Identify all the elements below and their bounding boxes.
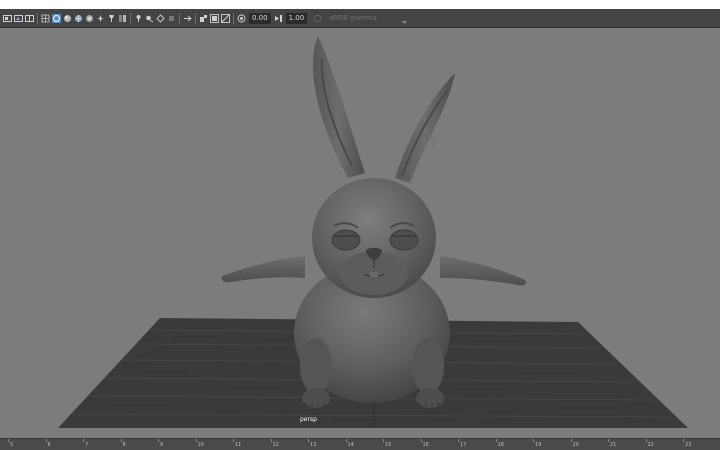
gamma-field[interactable]: 1.00 bbox=[285, 12, 308, 24]
time-tick-mark bbox=[345, 439, 347, 442]
time-tick-mark bbox=[83, 439, 84, 442]
time-tick-label: 6 bbox=[47, 442, 51, 448]
multisample-aa-icon[interactable] bbox=[167, 14, 176, 23]
camera-attributes-icon[interactable] bbox=[3, 14, 12, 23]
time-tick-label: 23 bbox=[685, 442, 692, 448]
gamma-icon[interactable] bbox=[274, 14, 283, 23]
toolbar-separator bbox=[37, 12, 38, 24]
time-tick-label: 16 bbox=[422, 442, 429, 448]
wireframe-icon[interactable] bbox=[52, 13, 61, 23]
time-tick-label: 8 bbox=[122, 442, 126, 448]
chevron-down-icon[interactable] bbox=[401, 13, 408, 24]
time-tick-mark bbox=[120, 439, 122, 442]
exposure-icon[interactable] bbox=[237, 14, 246, 23]
time-tick-mark bbox=[233, 439, 234, 442]
time-tick-label: 17 bbox=[460, 442, 467, 448]
time-tick-mark bbox=[495, 439, 497, 442]
color-management-icon[interactable] bbox=[313, 14, 322, 23]
time-tick-mark bbox=[308, 439, 309, 442]
time-tick-label: 18 bbox=[497, 442, 504, 448]
shadows-icon[interactable] bbox=[96, 14, 105, 23]
viewport-scene[interactable] bbox=[0, 28, 720, 431]
time-tick-label: 10 bbox=[197, 442, 204, 448]
color-space-label: sRGB gamma bbox=[329, 13, 377, 22]
depth-of-field-icon[interactable] bbox=[183, 14, 192, 23]
isolate-select-icon[interactable] bbox=[118, 14, 127, 23]
time-tick-label: 14 bbox=[347, 442, 354, 448]
time-tick-mark bbox=[195, 439, 197, 442]
toolbar-separator bbox=[233, 12, 234, 24]
grid-icon[interactable] bbox=[41, 14, 50, 23]
motion-blur-icon[interactable] bbox=[156, 13, 165, 23]
time-tick-mark bbox=[608, 439, 609, 442]
time-tick-mark bbox=[533, 439, 534, 442]
time-tick-label: 15 bbox=[385, 442, 392, 448]
xray-icon[interactable] bbox=[107, 14, 116, 23]
lighting-icon[interactable] bbox=[85, 14, 94, 23]
time-tick-label: 19 bbox=[535, 442, 542, 448]
toolbar-separator bbox=[195, 12, 196, 24]
maya-app: 0.00 1.00 sRGB gamma persp 5 6 7 8 9 10 … bbox=[0, 0, 720, 450]
time-tick-label: 22 bbox=[647, 442, 654, 448]
time-tick-mark bbox=[270, 439, 272, 442]
ambient-occlusion-icon[interactable] bbox=[145, 14, 154, 23]
xray-joints-icon[interactable] bbox=[134, 14, 143, 23]
toolbar-separator bbox=[179, 12, 180, 24]
time-tick-label: 7 bbox=[85, 442, 89, 448]
time-tick-label: 13 bbox=[310, 442, 317, 448]
time-tick-label: 9 bbox=[160, 442, 164, 448]
time-tick-mark bbox=[420, 439, 422, 442]
time-tick-label: 20 bbox=[572, 442, 579, 448]
time-tick-mark bbox=[158, 439, 159, 442]
resolution-gate-icon[interactable] bbox=[210, 13, 219, 23]
time-tick-label: 11 bbox=[235, 442, 242, 448]
camera-name-label: persp bbox=[300, 416, 317, 423]
time-slider[interactable]: 5 6 7 8 9 10 11 12 13 14 15 16 17 18 19 20 21 22 23 bbox=[0, 438, 720, 450]
time-tick-mark bbox=[683, 439, 684, 442]
time-tick-label: 5 bbox=[10, 442, 14, 448]
textured-icon[interactable] bbox=[74, 14, 83, 23]
bookmarks-icon[interactable] bbox=[14, 14, 23, 23]
time-tick-mark bbox=[45, 439, 47, 442]
time-tick-mark bbox=[383, 439, 384, 442]
smooth-shade-icon[interactable] bbox=[63, 14, 72, 23]
panel-toolbar: 0.00 1.00 sRGB gamma bbox=[0, 9, 720, 28]
time-tick-mark bbox=[645, 439, 647, 442]
time-tick-label: 21 bbox=[610, 442, 617, 448]
time-tick-mark bbox=[570, 439, 572, 442]
gate-mask-icon[interactable] bbox=[221, 13, 230, 23]
toolbar-separator bbox=[130, 12, 131, 24]
time-tick-mark bbox=[8, 439, 9, 442]
image-plane-icon[interactable] bbox=[25, 14, 34, 23]
time-tick-label: 12 bbox=[272, 442, 279, 448]
exposure-field[interactable]: 0.00 bbox=[249, 12, 271, 24]
film-gate-icon[interactable] bbox=[199, 14, 208, 23]
viewport-panel[interactable]: 0.00 1.00 sRGB gamma persp 5 6 7 8 9 10 … bbox=[0, 9, 720, 450]
time-tick-mark bbox=[458, 439, 459, 442]
